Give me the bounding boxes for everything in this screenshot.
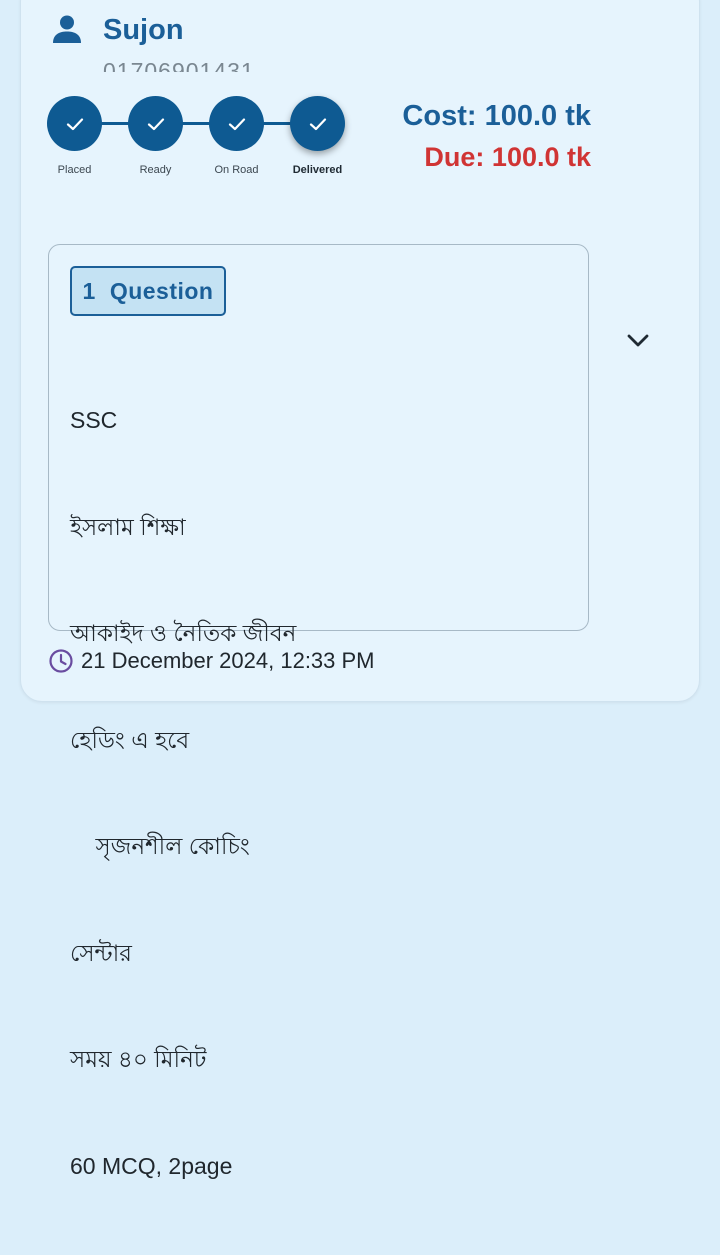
customer-name: Sujon xyxy=(103,14,184,46)
person-icon xyxy=(53,15,81,43)
question-count: 1 xyxy=(82,277,96,304)
question-label: Question xyxy=(109,277,214,304)
check-icon xyxy=(290,96,345,151)
step-label: Placed xyxy=(57,164,92,176)
step-label: Delivered xyxy=(292,164,343,176)
question-count-badge: 1 Question xyxy=(70,266,226,316)
step-label: On Road xyxy=(214,164,259,176)
step-label: Ready xyxy=(139,164,172,176)
step-connector xyxy=(74,122,317,125)
clock-icon xyxy=(49,649,73,673)
question-line: সৃজনশীল কোচিং xyxy=(70,833,250,859)
question-line: সেন্টার xyxy=(70,939,132,966)
order-timestamp: 21 December 2024, 12:33 PM xyxy=(81,648,375,673)
order-status-stepper: Placed Ready On Road Delivered xyxy=(47,96,357,186)
check-icon xyxy=(128,96,183,151)
question-panel: 1 Question SSC ইসলাম শিক্ষা আকাইদ ও নৈতি… xyxy=(48,244,589,1179)
step-placed: Placed xyxy=(47,96,102,176)
step-delivered: Delivered xyxy=(290,96,345,176)
step-on-road: On Road xyxy=(209,96,264,176)
question-line: 60 MCQ, 2page xyxy=(70,1152,233,1179)
question-text: SSC ইসলাম শিক্ষা আকাইদ ও নৈতিক জীবন হেডি… xyxy=(70,332,570,1255)
question-line: আকাইদ ও নৈতিক জীবন xyxy=(70,620,297,646)
customer-phone: 01706901431 xyxy=(103,58,255,73)
question-line: ইসলাম শিক্ষা xyxy=(70,513,186,540)
question-line: সময় ৪০ মিনিট xyxy=(70,1046,207,1072)
due-amount: Due: 100.0 tk xyxy=(424,142,591,172)
question-line: SSC xyxy=(70,407,118,433)
step-ready: Ready xyxy=(128,96,183,176)
cost-amount: Cost: 100.0 tk xyxy=(402,100,591,132)
check-icon xyxy=(209,96,264,151)
check-icon xyxy=(47,96,102,151)
question-line: হেডিং এ হবে xyxy=(70,726,190,753)
chevron-down-icon[interactable] xyxy=(624,328,652,354)
phone-clip: 01706901431 xyxy=(103,58,303,73)
